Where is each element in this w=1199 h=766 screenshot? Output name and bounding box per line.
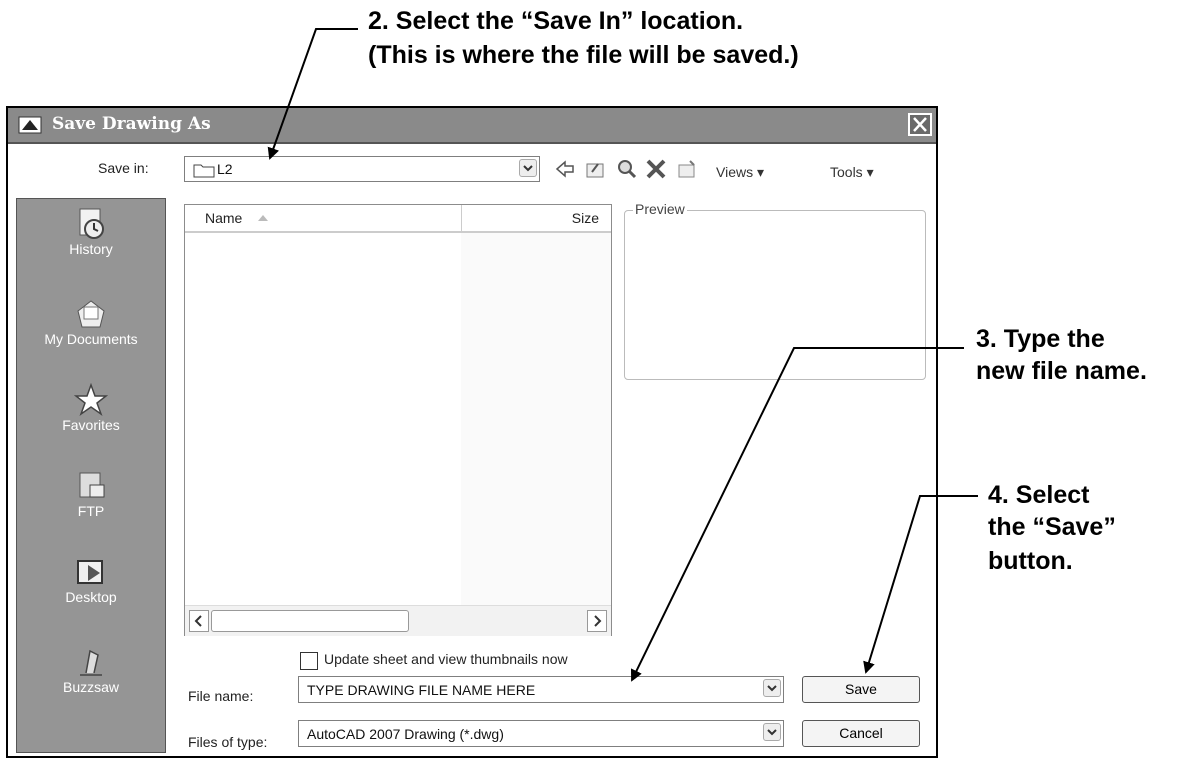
dialog-title: Save Drawing As xyxy=(52,114,211,134)
callout-4-line2: the “Save” xyxy=(988,513,1116,541)
save-in-label: Save in: xyxy=(98,160,149,176)
save-in-dropdown-arrow[interactable] xyxy=(519,159,537,177)
place-history[interactable]: History xyxy=(17,207,165,257)
place-label: Desktop xyxy=(65,589,117,605)
views-label: Views xyxy=(716,164,754,180)
places-bar: History My Documents Favorites FTP Deskt… xyxy=(16,198,166,753)
up-folder-icon[interactable] xyxy=(584,158,606,180)
callout-3-line1: 3. Type the xyxy=(976,325,1105,353)
new-folder-icon[interactable] xyxy=(676,158,698,180)
save-button[interactable]: Save xyxy=(802,676,920,703)
column-header-name[interactable]: Name xyxy=(185,205,462,233)
close-button[interactable] xyxy=(908,113,932,136)
history-icon xyxy=(79,208,104,239)
place-label: My Documents xyxy=(44,331,138,347)
place-buzzsaw[interactable]: Buzzsaw xyxy=(17,645,165,695)
file-name-label: File name: xyxy=(188,688,254,704)
dialog-icon xyxy=(18,116,42,134)
place-label: History xyxy=(69,241,113,257)
close-icon xyxy=(913,117,927,132)
column-header-size[interactable]: Size xyxy=(461,205,611,233)
chevron-down-icon xyxy=(767,729,777,736)
documents-folder-icon xyxy=(77,300,105,328)
sort-ascending-icon xyxy=(258,215,268,221)
callout-2-line1: 2. Select the “Save In” location. xyxy=(368,7,744,35)
save-button-label: Save xyxy=(845,681,877,697)
tools-label: Tools xyxy=(830,164,863,180)
callout-2-line2: (This is where the file will be saved.) xyxy=(368,41,799,69)
back-icon[interactable] xyxy=(554,158,576,180)
save-in-value: L2 xyxy=(217,161,233,177)
tools-menu[interactable]: Tools ▾ xyxy=(830,164,874,181)
place-label: Buzzsaw xyxy=(62,679,120,695)
column-size-label: Size xyxy=(571,210,599,226)
ftp-icon xyxy=(79,472,105,498)
thumbnail-checkbox[interactable] xyxy=(300,652,318,670)
chevron-right-icon xyxy=(594,615,602,627)
file-type-dropdown-arrow[interactable] xyxy=(763,723,781,741)
buzzsaw-icon xyxy=(80,649,102,676)
place-favorites[interactable]: Favorites xyxy=(17,383,165,433)
save-in-dropdown[interactable]: L2 xyxy=(184,156,540,182)
callout-4-line3: button. xyxy=(988,547,1073,575)
thumbnail-checkbox-label: Update sheet and view thumbnails now xyxy=(324,651,568,667)
scroll-thumb[interactable] xyxy=(211,610,409,632)
place-label: Favorites xyxy=(62,417,120,433)
place-label: FTP xyxy=(77,503,105,519)
place-my-documents[interactable]: My Documents xyxy=(17,297,165,347)
file-type-dropdown[interactable]: AutoCAD 2007 Drawing (*.dwg) xyxy=(298,720,784,747)
views-menu[interactable]: Views ▾ xyxy=(716,164,764,181)
file-type-value: AutoCAD 2007 Drawing (*.dwg) xyxy=(307,726,504,742)
chevron-down-icon xyxy=(767,685,777,692)
file-type-label: Files of type: xyxy=(188,734,268,750)
scroll-right-button[interactable] xyxy=(587,610,607,632)
file-name-value: TYPE DRAWING FILE NAME HERE xyxy=(307,682,536,698)
callout-4-line1: 4. Select xyxy=(988,481,1090,509)
chevron-left-icon xyxy=(194,615,202,627)
preview-label: Preview xyxy=(633,201,687,217)
callout-3-line2: new file name. xyxy=(976,357,1147,385)
cancel-button-label: Cancel xyxy=(839,725,883,741)
horizontal-scrollbar[interactable] xyxy=(185,605,611,636)
scroll-left-button[interactable] xyxy=(189,610,209,632)
file-name-input[interactable]: TYPE DRAWING FILE NAME HERE xyxy=(298,676,784,703)
title-bar[interactable]: Save Drawing As xyxy=(8,108,936,144)
delete-icon[interactable] xyxy=(644,158,668,180)
place-ftp[interactable]: FTP xyxy=(17,469,165,519)
file-list[interactable]: Name Size xyxy=(184,204,612,636)
search-icon[interactable] xyxy=(616,158,638,180)
folder-icon xyxy=(193,164,215,178)
desktop-icon xyxy=(77,560,103,584)
size-column-area xyxy=(461,233,611,605)
star-icon xyxy=(74,383,108,416)
place-desktop[interactable]: Desktop xyxy=(17,555,165,605)
cancel-button[interactable]: Cancel xyxy=(802,720,920,747)
save-drawing-as-dialog: Save Drawing As Save in: L2 Views ▾ Tool… xyxy=(6,106,938,758)
chevron-down-icon xyxy=(523,165,533,172)
preview-panel: Preview xyxy=(624,201,926,380)
file-name-dropdown-arrow[interactable] xyxy=(763,679,781,697)
column-name-label: Name xyxy=(205,210,243,226)
